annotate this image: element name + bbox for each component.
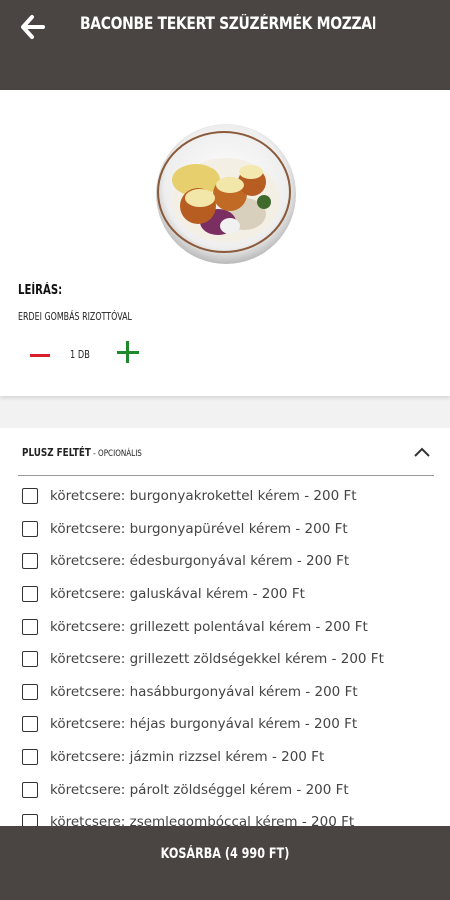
option-checkbox[interactable] <box>22 749 38 766</box>
top-app-bar: BACONBE TEKERT SZŰZÉRMÉK MOZZAR... <box>0 0 450 90</box>
option-checkbox[interactable] <box>22 683 38 700</box>
option-label: köretcsere: héjas burgonyával kérem - 20… <box>50 716 358 733</box>
option-label: köretcsere: galuskával kérem - 200 Ft <box>50 586 305 603</box>
extras-title: PLUSZ FELTÉT - OPCIONÁLIS <box>22 446 142 459</box>
quantity-stepper: 1 DB <box>26 340 156 370</box>
option-item[interactable]: köretcsere: zsemlegombóccal kérem - 200 … <box>0 806 450 828</box>
option-item[interactable]: köretcsere: grillezett polentával kérem … <box>0 610 450 643</box>
add-to-cart-button[interactable]: KOSÁRBA (4 990 FT) <box>0 826 450 900</box>
quantity-value: 1 DB <box>70 348 90 361</box>
option-label: köretcsere: hasábburgonyával kérem - 200… <box>50 683 358 700</box>
option-checkbox[interactable] <box>22 651 38 668</box>
option-item[interactable]: köretcsere: hasábburgonyával kérem - 200… <box>0 676 450 709</box>
option-checkbox[interactable] <box>22 716 38 733</box>
extras-section-header[interactable]: PLUSZ FELTÉT - OPCIONÁLIS <box>0 428 450 476</box>
plus-icon[interactable] <box>116 341 140 365</box>
dish-image <box>156 124 296 264</box>
option-label: köretcsere: jázmin rizzsel kérem - 200 F… <box>50 749 325 766</box>
option-label: köretcsere: édesburgonyával kérem - 200 … <box>50 553 350 570</box>
option-item[interactable]: köretcsere: grillezett zöldségekkel kére… <box>0 643 450 676</box>
option-item[interactable]: köretcsere: burgonyakrokettel kérem - 20… <box>0 480 450 513</box>
divider <box>18 475 434 476</box>
option-label: köretcsere: grillezett polentával kérem … <box>50 618 368 635</box>
minus-icon[interactable] <box>26 340 54 370</box>
option-label: köretcsere: grillezett zöldségekkel kére… <box>50 651 384 668</box>
description-label: LEÍRÁS: <box>18 283 63 298</box>
add-to-cart-label: KOSÁRBA (4 990 FT) <box>160 846 290 862</box>
option-label: köretcsere: párolt zöldséggel kérem - 20… <box>50 781 349 798</box>
option-checkbox[interactable] <box>22 781 38 798</box>
option-item[interactable]: köretcsere: galuskával kérem - 200 Ft <box>0 578 450 611</box>
option-item[interactable]: köretcsere: jázmin rizzsel kérem - 200 F… <box>0 741 450 774</box>
option-checkbox[interactable] <box>22 488 38 505</box>
extras-panel: PLUSZ FELTÉT - OPCIONÁLIS köretcsere: bu… <box>0 428 450 828</box>
option-item[interactable]: köretcsere: párolt zöldséggel kérem - 20… <box>0 773 450 806</box>
arrow-left-icon <box>21 15 45 39</box>
back-button[interactable] <box>18 12 48 42</box>
option-checkbox[interactable] <box>22 553 38 570</box>
extras-title-text: PLUSZ FELTÉT <box>22 446 91 459</box>
option-label: köretcsere: burgonyapürével kérem - 200 … <box>50 520 348 537</box>
page-title: BACONBE TEKERT SZŰZÉRMÉK MOZZAR... <box>80 14 376 34</box>
option-checkbox[interactable] <box>22 618 38 635</box>
extras-options-list: köretcsere: burgonyakrokettel kérem - 20… <box>0 480 450 828</box>
option-item[interactable]: köretcsere: édesburgonyával kérem - 200 … <box>0 545 450 578</box>
description-text: ERDEI GOMBÁS RIZOTTÓVAL <box>18 310 132 323</box>
option-checkbox[interactable] <box>22 520 38 537</box>
option-item[interactable]: köretcsere: héjas burgonyával kérem - 20… <box>0 708 450 741</box>
option-label: köretcsere: burgonyakrokettel kérem - 20… <box>50 488 357 505</box>
chevron-up-icon[interactable] <box>413 446 431 458</box>
option-item[interactable]: köretcsere: burgonyapürével kérem - 200 … <box>0 513 450 546</box>
option-checkbox[interactable] <box>22 586 38 603</box>
extras-subtitle: - OPCIONÁLIS <box>90 449 142 459</box>
product-card: LEÍRÁS: ERDEI GOMBÁS RIZOTTÓVAL 1 DB <box>0 90 450 396</box>
